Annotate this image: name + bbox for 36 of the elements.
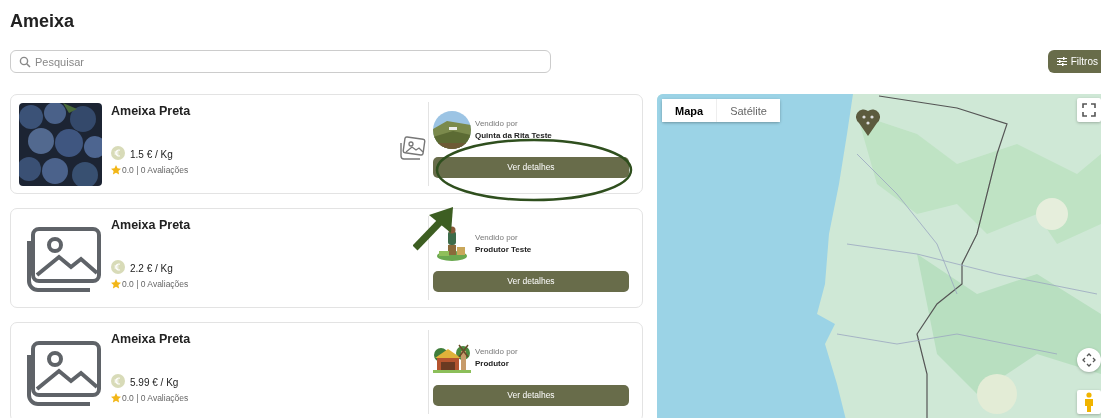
star-icon xyxy=(111,279,121,289)
fullscreen-icon xyxy=(1082,103,1096,117)
map-type-tab[interactable]: Satélite xyxy=(716,99,780,122)
details-button[interactable]: Ver detalhes xyxy=(433,384,629,406)
product-name: Ameixa Preta xyxy=(111,104,192,118)
details-button[interactable]: Ver detalhes xyxy=(433,270,629,292)
arrows-icon xyxy=(1082,353,1096,367)
rating-text: 0.0 | 0 Avaliações xyxy=(122,279,189,289)
map[interactable]: Mapa Satélite xyxy=(657,94,1101,418)
price-text: 1.5 € / Kg xyxy=(130,148,173,160)
person-icon xyxy=(1084,392,1094,412)
product-name: Ameixa Preta xyxy=(111,332,192,346)
euro-coin-icon xyxy=(111,146,125,162)
search-field[interactable]: Pesquisar xyxy=(10,50,551,73)
star-icon xyxy=(111,393,121,403)
seller-name: Quinta da Rita Teste xyxy=(475,131,552,140)
price-text: 2.2 € / Kg xyxy=(130,262,173,274)
page-title: Ameixa xyxy=(9,10,76,33)
map-marker-icon[interactable] xyxy=(856,108,880,136)
price-text: 5.99 € / Kg xyxy=(130,376,179,388)
euro-coin-icon xyxy=(111,260,125,276)
sliders-icon xyxy=(1056,57,1067,66)
rating-text: 0.0 | 0 Avaliações xyxy=(122,393,189,403)
seller-name: Produtor xyxy=(475,359,510,368)
sold-by-label: Vendido por xyxy=(475,119,519,128)
sold-by-label: Vendido por xyxy=(475,347,518,356)
star-icon xyxy=(111,165,121,175)
product-name: Ameixa Preta xyxy=(111,218,192,232)
map-type-tab[interactable]: Mapa xyxy=(662,99,717,122)
details-button[interactable]: Ver detalhes xyxy=(433,156,629,178)
sold-by-label: Vendido por xyxy=(475,233,519,242)
seller-name: Produtor Teste xyxy=(475,245,532,254)
euro-coin-icon xyxy=(111,374,125,390)
rating-text: 0.0 | 0 Avaliações xyxy=(122,165,189,175)
filter-button[interactable]: Filtros xyxy=(1047,50,1101,73)
fullscreen-button[interactable] xyxy=(1077,98,1101,122)
